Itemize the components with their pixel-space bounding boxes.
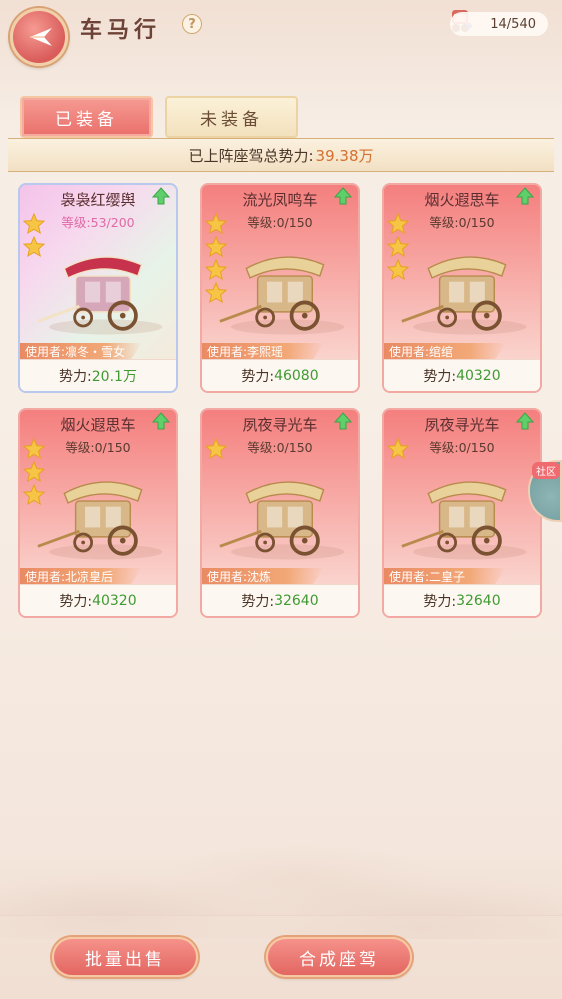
carriage-image: [400, 470, 532, 566]
star-icon: [386, 212, 410, 235]
carriage-image: [36, 245, 168, 341]
carriage-count: 14/540: [450, 12, 548, 36]
star-icon: [22, 212, 46, 235]
compose-carriage-button[interactable]: 合成座驾: [266, 937, 412, 977]
power-value: 46080: [274, 367, 319, 384]
page-title: 车马行: [80, 17, 162, 43]
star-rating: [204, 437, 228, 460]
power-label: 势力:: [59, 593, 93, 610]
star-icon: [204, 212, 228, 235]
carriage-image: [400, 245, 532, 341]
upgrade-arrow-icon: [151, 412, 171, 430]
carriage-power: 势力: 32640: [202, 584, 358, 616]
power-label: 势力:: [241, 593, 275, 610]
power-label: 势力:: [423, 368, 457, 385]
summary-label: 已上阵座驾总势力:: [188, 146, 314, 165]
tab-unequipped[interactable]: 未装备: [165, 96, 298, 138]
upgrade-arrow-icon: [333, 412, 353, 430]
back-button[interactable]: [10, 8, 68, 66]
total-power-summary: 已上阵座驾总势力: 39.38万: [8, 138, 554, 172]
carriage-card[interactable]: 烟火遐思车 等级:0/150 使用者:绾绾 势力: 40320: [382, 183, 542, 393]
carriage-card[interactable]: 夙夜寻光车 等级:0/150 使用者:沈炼 势力: 32640: [200, 408, 360, 618]
star-icon: [22, 437, 46, 460]
power-value: 32640: [456, 592, 501, 609]
power-value: 20.1万: [91, 368, 137, 385]
carriage-image: [218, 470, 350, 566]
carriage-image: [36, 470, 168, 566]
tab-equipped[interactable]: 已装备: [20, 96, 153, 138]
summary-value: 39.38万: [315, 146, 374, 165]
power-label: 势力:: [423, 593, 457, 610]
carriage-power: 势力: 20.1万: [20, 359, 176, 391]
star-icon: [386, 437, 410, 460]
community-label[interactable]: 社区: [532, 462, 560, 479]
carriage-power: 势力: 40320: [20, 584, 176, 616]
batch-sell-button[interactable]: 批量出售: [52, 937, 198, 977]
carriage-image: [218, 245, 350, 341]
star-rating: [386, 437, 410, 460]
upgrade-arrow-icon: [515, 187, 535, 205]
upgrade-arrow-icon: [515, 412, 535, 430]
upgrade-arrow-icon: [151, 187, 171, 205]
carriage-power: 势力: 40320: [384, 359, 540, 391]
help-icon[interactable]: ?: [182, 14, 202, 34]
carriage-power: 势力: 32640: [384, 584, 540, 616]
carriage-card[interactable]: 袅袅红缨舆 等级:53/200 使用者:凛冬・雪女 势力: 20.1万: [18, 183, 178, 393]
carriage-card[interactable]: 烟火遐思车 等级:0/150 使用者:北凉皇后 势力: 40320: [18, 408, 178, 618]
carriage-card[interactable]: 夙夜寻光车 等级:0/150 使用者:二皇子 势力: 32640: [382, 408, 542, 618]
power-label: 势力:: [59, 368, 92, 385]
power-label: 势力:: [241, 368, 275, 385]
power-value: 32640: [274, 592, 319, 609]
carriage-card[interactable]: 流光凤鸣车 等级:0/150 使用者:李熙瑶 势力: 46080: [200, 183, 360, 393]
upgrade-arrow-icon: [333, 187, 353, 205]
background-mountains: [0, 719, 562, 939]
carriage-power: 势力: 46080: [202, 359, 358, 391]
back-arrow-icon: [30, 28, 52, 46]
power-value: 40320: [92, 592, 137, 609]
power-value: 40320: [456, 367, 501, 384]
star-icon: [204, 437, 228, 460]
